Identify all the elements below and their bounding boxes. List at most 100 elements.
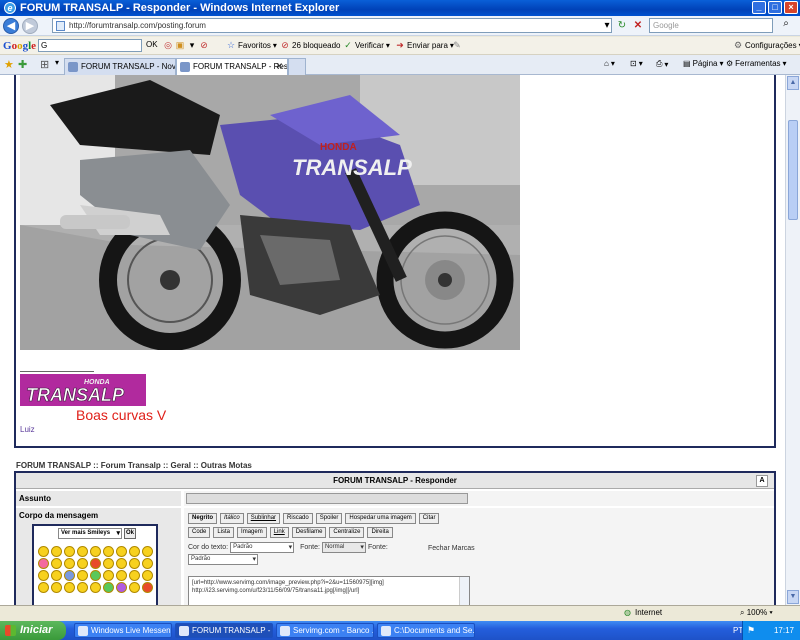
code-button[interactable]: Code — [188, 527, 211, 538]
clock[interactable]: 17:17 — [774, 626, 794, 635]
page-scrollbar[interactable]: ▲ ▼ — [785, 75, 800, 605]
smiley-icon[interactable] — [51, 558, 62, 569]
bold-button[interactable]: Negrito — [188, 513, 217, 524]
image-button[interactable]: Imagem — [237, 527, 267, 538]
zoom-control[interactable]: ⌕ 100% ▾ — [740, 608, 773, 618]
smiley-icon[interactable] — [129, 582, 140, 593]
center-button[interactable]: Centralize — [329, 527, 365, 538]
right-align-button[interactable]: Direita — [367, 527, 393, 538]
smiley-icon[interactable] — [129, 558, 140, 569]
tab-novo-topico[interactable]: FORUM TRANSALP - Novo Tó... — [64, 58, 176, 75]
post-author[interactable]: Luiz — [20, 425, 35, 434]
scroll-thumb[interactable] — [788, 120, 798, 220]
home-button[interactable]: ⌂ ▾ — [604, 59, 615, 68]
smiley-icon[interactable] — [38, 570, 49, 581]
smiley-icon[interactable] — [90, 546, 101, 557]
quote-button[interactable]: Citar — [418, 513, 440, 524]
smiley-icon[interactable] — [103, 570, 114, 581]
message-textarea[interactable]: [url=http://www.servimg.com/image_previe… — [188, 576, 470, 605]
italic-button[interactable]: Itálico — [220, 513, 244, 524]
address-dropdown-icon[interactable]: ▾ — [600, 19, 614, 33]
search-icon[interactable]: ⌕ — [775, 18, 797, 33]
popup-blocked-button[interactable]: ⊘ 26 bloqueado — [280, 40, 340, 50]
stop-icon[interactable]: ✕ — [631, 19, 645, 33]
back-button[interactable]: ◀ — [3, 17, 19, 34]
smiley-ok-button[interactable]: Ok — [124, 528, 136, 539]
scroll-down-icon[interactable]: ▼ — [787, 590, 799, 604]
task-forum-transalp[interactable]: FORUM TRANSALP - ... — [175, 623, 273, 638]
underline-button[interactable]: Sublinhar — [246, 513, 281, 524]
quick-tabs-icon[interactable]: ⊞ — [40, 58, 49, 71]
smiley-icon[interactable] — [77, 582, 88, 593]
task-servimg[interactable]: Servimg.com - Banco ... — [276, 623, 374, 638]
task-documents[interactable]: C:\Documents and Se... — [377, 623, 475, 638]
tab-list-dropdown-icon[interactable]: ▾ — [55, 58, 59, 67]
configuracoes-button[interactable]: ⚙Configurações▾ — [733, 40, 800, 50]
smiley-icon[interactable] — [64, 558, 75, 569]
strikethrough-button[interactable]: Riscado — [283, 513, 313, 524]
smiley-icon[interactable] — [90, 558, 101, 569]
smiley-icon[interactable] — [103, 582, 114, 593]
smiley-icon[interactable] — [116, 570, 127, 581]
google-tool-icons[interactable]: ◎ ▣ ▾ ⊘ — [163, 40, 209, 50]
address-input[interactable]: http://forumtransalp.com/posting.forum — [52, 18, 612, 33]
font-size-select[interactable]: Normal — [321, 542, 366, 553]
print-button[interactable]: ⎙ ▾ — [656, 59, 668, 69]
refresh-icon[interactable]: ↻ — [615, 19, 629, 33]
smiley-icon[interactable] — [77, 570, 88, 581]
marquee-button[interactable]: Desfilame — [291, 527, 327, 538]
smiley-icon[interactable] — [142, 546, 153, 557]
add-favorite-icon[interactable]: ✚ — [18, 58, 27, 71]
smiley-icon[interactable] — [129, 570, 140, 581]
smiley-icon[interactable] — [64, 546, 75, 557]
ferramentas-menu[interactable]: ⚙ Ferramentas ▾ — [726, 59, 787, 68]
forward-button[interactable]: ▶ — [22, 17, 38, 34]
smiley-icon[interactable] — [103, 558, 114, 569]
new-tab-button[interactable] — [288, 58, 306, 75]
google-search-input[interactable]: G — [38, 39, 142, 52]
font-family-select[interactable]: Padrão — [188, 554, 258, 565]
tab-close-icon[interactable]: ✕ — [275, 61, 283, 72]
spoiler-button[interactable]: Spoiler — [315, 513, 343, 524]
smiley-icon[interactable] — [64, 582, 75, 593]
smiley-icon[interactable] — [116, 558, 127, 569]
smiley-icon[interactable] — [38, 582, 49, 593]
tab-responder[interactable]: FORUM TRANSALP - Res... ✕ — [176, 58, 288, 75]
verificar-button[interactable]: ✓ Verificar ▾ — [343, 40, 390, 50]
host-image-button[interactable]: Hospedar uma imagem — [345, 513, 416, 524]
google-ok-button[interactable]: OK — [146, 40, 158, 49]
search-input[interactable]: Google — [649, 18, 773, 33]
pencil-icon[interactable]: ✎ — [452, 40, 462, 50]
smiley-icon[interactable] — [129, 546, 140, 557]
smiley-icon[interactable] — [77, 546, 88, 557]
smiley-icon[interactable] — [103, 546, 114, 557]
smiley-icon[interactable] — [90, 570, 101, 581]
help-icon[interactable]: A — [756, 475, 768, 487]
enviar-button[interactable]: ➜ Enviar para ▾ — [395, 40, 454, 50]
security-zone[interactable]: ◍ Internet — [624, 608, 662, 617]
smiley-icon[interactable] — [142, 570, 153, 581]
list-button[interactable]: Lista — [213, 527, 235, 538]
close-tags-link[interactable]: Fechar Marcas — [428, 545, 475, 552]
textarea-scrollbar[interactable] — [459, 577, 469, 605]
smiley-icon[interactable] — [38, 558, 49, 569]
breadcrumb[interactable]: FORUM TRANSALP :: Forum Transalp :: Gera… — [16, 461, 252, 470]
favoritos-button[interactable]: ☆ Favoritos ▾ — [226, 40, 277, 50]
smiley-icon[interactable] — [116, 546, 127, 557]
smiley-icon[interactable] — [51, 570, 62, 581]
minimize-button[interactable]: _ — [752, 1, 766, 14]
pagina-menu[interactable]: ▤ Página ▾ — [683, 59, 724, 68]
smiley-icon[interactable] — [51, 582, 62, 593]
smiley-icon[interactable] — [38, 546, 49, 557]
text-color-select[interactable]: Padrão — [230, 542, 295, 553]
task-messenger[interactable]: Windows Live Messen... — [74, 623, 172, 638]
smiley-icon[interactable] — [142, 558, 153, 569]
smiley-select[interactable]: Ver mais Smileys — [58, 528, 122, 539]
favorites-star-icon[interactable]: ★ — [4, 58, 14, 71]
smiley-icon[interactable] — [116, 582, 127, 593]
tray-icon[interactable]: ⚑ — [747, 625, 755, 636]
smiley-icon[interactable] — [90, 582, 101, 593]
start-button[interactable]: Iniciar — [0, 621, 66, 640]
link-button[interactable]: Link — [269, 527, 289, 538]
smiley-icon[interactable] — [51, 546, 62, 557]
